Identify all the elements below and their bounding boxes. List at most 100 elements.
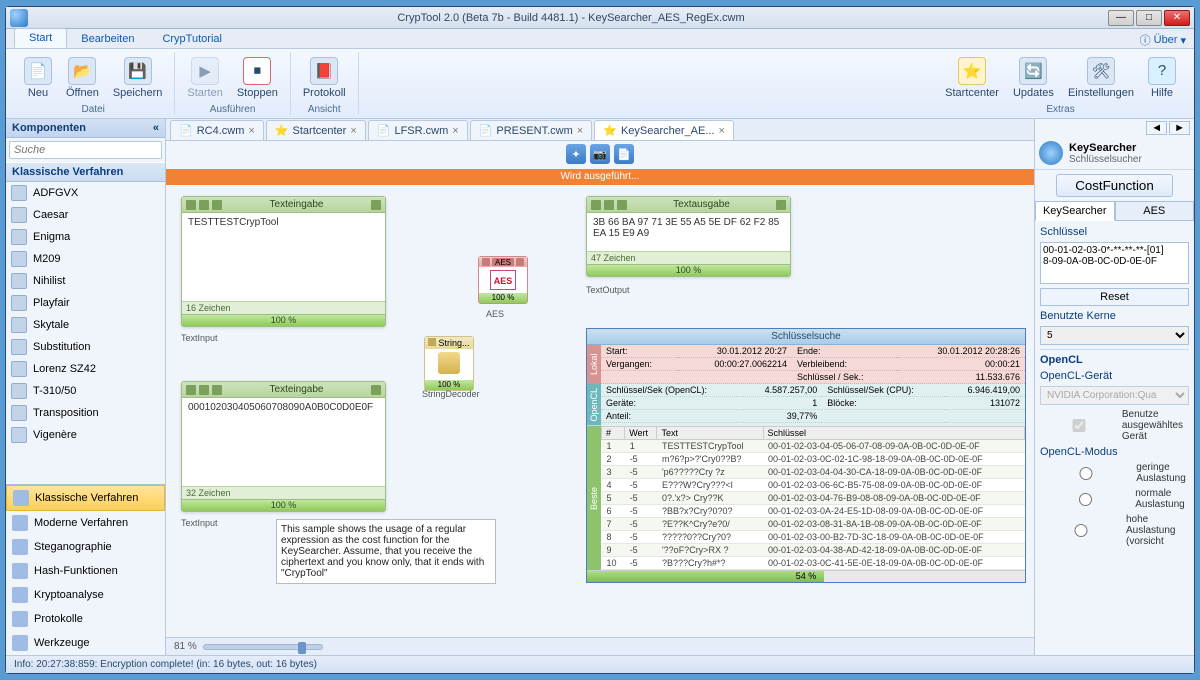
panel-nav-prev[interactable]: ◄ xyxy=(1146,121,1167,135)
zoom-slider[interactable] xyxy=(203,644,323,650)
save-button[interactable]: 💾Speichern xyxy=(109,55,167,101)
zoom-bar: 81 % xyxy=(166,637,1034,655)
tab-icon: 📄 xyxy=(179,124,193,137)
ks-tab-opencl[interactable]: OpenCL xyxy=(587,384,601,426)
component-item[interactable]: Enigma xyxy=(6,226,165,248)
category-item[interactable]: Kryptoanalyse xyxy=(6,583,165,607)
close-button[interactable]: ✕ xyxy=(1164,10,1190,26)
component-item[interactable]: Skytale xyxy=(6,314,165,336)
component-item[interactable]: T-310/50 xyxy=(6,380,165,402)
category-item[interactable]: Klassische Verfahren xyxy=(6,485,165,511)
new-button[interactable]: 📄Neu xyxy=(20,55,56,101)
tab-aes[interactable]: AES xyxy=(1115,201,1195,221)
mode-normal-radio[interactable] xyxy=(1040,493,1131,506)
node-textinput-2[interactable]: Texteingabe 000102030405060708090A0B0C0D… xyxy=(181,381,386,512)
ribbon-about[interactable]: ⓘÜber ▾ xyxy=(1140,32,1186,48)
open-button[interactable]: 📂Öffnen xyxy=(62,55,103,101)
component-item[interactable]: ADFGVX xyxy=(6,182,165,204)
component-item[interactable]: Transposition xyxy=(6,402,165,424)
help-button[interactable]: ?Hilfe xyxy=(1144,55,1180,101)
close-tab-icon[interactable]: × xyxy=(248,125,254,137)
cores-select[interactable]: 5 xyxy=(1040,326,1189,345)
category-icon xyxy=(12,539,28,555)
refresh-icon: 🔄 xyxy=(1019,57,1047,85)
protokoll-button[interactable]: 📕Protokoll xyxy=(299,55,350,101)
component-icon xyxy=(11,317,27,333)
close-tab-icon[interactable]: × xyxy=(350,125,356,137)
category-item[interactable]: Werkzeuge xyxy=(6,631,165,655)
category-icon xyxy=(12,611,28,627)
ribbon-tab-cryptutorial[interactable]: CrypTutorial xyxy=(148,30,236,48)
category-item[interactable]: Hash-Funktionen xyxy=(6,559,165,583)
canvas-tool-3[interactable]: 📄 xyxy=(614,144,634,164)
ks-tab-beste[interactable]: Beste xyxy=(587,426,601,570)
search-input[interactable] xyxy=(9,141,162,159)
component-item[interactable]: M209 xyxy=(6,248,165,270)
close-tab-icon[interactable]: × xyxy=(452,125,458,137)
start-button[interactable]: ▶Starten xyxy=(183,55,226,101)
close-tab-icon[interactable]: × xyxy=(719,125,725,137)
doc-tab[interactable]: 📄 LFSR.cwm× xyxy=(368,120,468,140)
stop-icon: ⏹ xyxy=(243,57,271,85)
updates-button[interactable]: 🔄Updates xyxy=(1009,55,1058,101)
doc-tab[interactable]: 📄 RC4.cwm× xyxy=(170,120,264,140)
doc-tab[interactable]: ⭐ Startcenter× xyxy=(266,120,366,140)
ribbon-tab-start[interactable]: Start xyxy=(14,28,67,48)
ks-tab-lokal[interactable]: Lokal xyxy=(587,345,601,384)
component-item[interactable]: Vigenère xyxy=(6,424,165,446)
play-icon: ▶ xyxy=(191,57,219,85)
component-item[interactable]: Substitution xyxy=(6,336,165,358)
costfunction-button[interactable]: CostFunction xyxy=(1056,174,1173,197)
node-aes[interactable]: AES AES 100 % xyxy=(478,256,528,304)
collapse-icon[interactable]: « xyxy=(153,122,159,134)
startcenter-button[interactable]: ⭐Startcenter xyxy=(941,55,1003,101)
component-icon xyxy=(11,207,27,223)
node-stringdecoder[interactable]: String... 100 % xyxy=(424,336,474,391)
cores-label: Benutzte Kerne xyxy=(1040,310,1189,322)
use-device-checkbox[interactable] xyxy=(1040,419,1118,432)
ribbon-tab-bearbeiten[interactable]: Bearbeiten xyxy=(67,30,148,48)
opencl-device-select[interactable]: NVIDIA Corporation:Qua xyxy=(1040,386,1189,405)
minimize-button[interactable]: — xyxy=(1108,10,1134,26)
node-textinput-1[interactable]: Texteingabe TESTTESTCrypTool 16 Zeichen … xyxy=(181,196,386,327)
ribbon-group-ansicht: Ansicht xyxy=(308,103,341,115)
component-item[interactable]: Playfair xyxy=(6,292,165,314)
component-icon xyxy=(11,229,27,245)
workspace-canvas[interactable]: ✦ 📷 📄 Wird ausgeführt... Texteingabe TES… xyxy=(166,141,1034,637)
settings-button[interactable]: 🛠Einstellungen xyxy=(1064,55,1138,101)
node-keysearcher[interactable]: Schlüsselsuche Lokal Start:30.01.2012 20… xyxy=(586,328,1026,583)
category-icon xyxy=(13,490,29,506)
canvas-tool-2[interactable]: 📷 xyxy=(590,144,610,164)
doc-tab[interactable]: ⭐ KeySearcher_AE...× xyxy=(594,120,734,140)
component-icon xyxy=(11,405,27,421)
key-label: Schlüssel xyxy=(1040,226,1189,238)
component-icon xyxy=(11,295,27,311)
reset-button[interactable]: Reset xyxy=(1040,288,1189,306)
category-icon xyxy=(12,587,28,603)
window-title: CrypTool 2.0 (Beta 7b - Build 4481.1) - … xyxy=(34,12,1108,24)
category-item[interactable]: Moderne Verfahren xyxy=(6,511,165,535)
mode-high-radio[interactable] xyxy=(1040,524,1122,537)
component-item[interactable]: Nihilist xyxy=(6,270,165,292)
close-tab-icon[interactable]: × xyxy=(577,125,583,137)
canvas-tool-1[interactable]: ✦ xyxy=(566,144,586,164)
key-input[interactable]: 00-01-02-03-0*-**-**-**-[01] 8-09-0A-0B-… xyxy=(1040,242,1189,284)
tab-icon: ⭐ xyxy=(275,124,289,137)
mode-low-radio[interactable] xyxy=(1040,467,1132,480)
node-icon xyxy=(186,200,196,210)
maximize-button[interactable]: □ xyxy=(1136,10,1162,26)
component-item[interactable]: Lorenz SZ42 xyxy=(6,358,165,380)
stop-button[interactable]: ⏹Stoppen xyxy=(233,55,282,101)
tab-keysearcher[interactable]: KeySearcher xyxy=(1035,201,1115,221)
components-title: Komponenten xyxy=(12,122,86,134)
component-item[interactable]: Caesar xyxy=(6,204,165,226)
doc-tab[interactable]: 📄 PRESENT.cwm× xyxy=(470,120,593,140)
component-icon xyxy=(11,383,27,399)
category-item[interactable]: Protokolle xyxy=(6,607,165,631)
running-banner: Wird ausgeführt... xyxy=(166,169,1034,185)
category-item[interactable]: Steganographie xyxy=(6,535,165,559)
category-icon xyxy=(12,515,28,531)
ribbon-group-extras: Extras xyxy=(1046,103,1074,115)
node-textoutput[interactable]: Textausgabe 3B 66 BA 97 71 3E 55 A5 5E D… xyxy=(586,196,791,277)
panel-nav-next[interactable]: ► xyxy=(1169,121,1190,135)
